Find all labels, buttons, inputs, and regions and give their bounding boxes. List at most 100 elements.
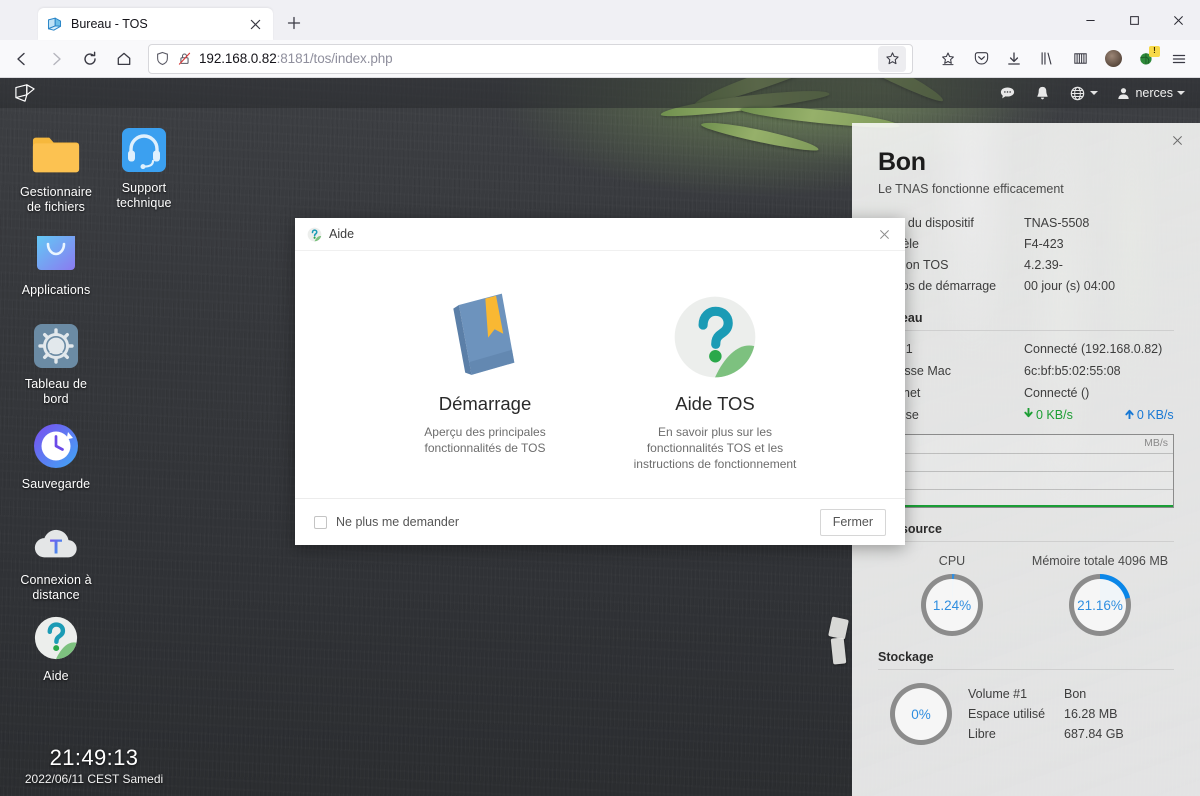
desktop-icon-aide[interactable]: Aide — [4, 612, 108, 684]
desktop-icon-applications[interactable]: Applications — [4, 226, 108, 298]
url-bar[interactable]: 192.168.0.82:8181/tos/index.php — [148, 43, 913, 74]
tab-strip: Bureau - TOS — [0, 0, 1200, 40]
desktop-icon-tableau-de-bord[interactable]: Tableau de bord — [4, 320, 108, 408]
storage-key: Volume #1 — [968, 687, 1028, 701]
firefox-window: Bureau - TOS 192.168.0.82:8181/tos/index… — [0, 0, 1200, 796]
close-button[interactable]: Fermer — [819, 508, 886, 536]
close-icon — [1172, 135, 1182, 145]
save-to-pocket-icon[interactable] — [933, 44, 963, 74]
maximize-button[interactable] — [1112, 0, 1156, 40]
dialog-title: Aide — [329, 227, 355, 241]
lock-crossed-icon[interactable] — [177, 51, 192, 66]
extensions-icon[interactable] — [1065, 44, 1095, 74]
dashboard-gear-icon — [30, 320, 82, 372]
minimize-icon — [1085, 19, 1095, 21]
storage-value: 687.84 GB — [1064, 727, 1124, 741]
help-card-demarrage[interactable]: Démarrage Aperçu des principales fonctio… — [370, 289, 600, 456]
storage-key: Libre — [968, 727, 996, 741]
network-traffic-chart: MB/s — [878, 434, 1174, 508]
user-menu-button[interactable]: nerces — [1107, 78, 1194, 108]
reload-button[interactable] — [74, 44, 106, 74]
url-path: :8181/tos/index.php — [276, 51, 393, 66]
extension-badge: ! — [1149, 45, 1160, 57]
browser-toolbar-icons: ! — [921, 44, 1194, 74]
backup-clock-icon — [30, 420, 82, 472]
desktop-icon-support-technique[interactable]: Support technique — [92, 124, 196, 212]
arrow-up-icon — [1125, 404, 1134, 426]
resource-section-title: Ressource — [878, 522, 1174, 542]
tos-cube-icon — [47, 17, 62, 31]
app-menu-icon[interactable] — [1164, 44, 1194, 74]
home-button[interactable] — [108, 44, 140, 74]
dialog-close-button[interactable] — [873, 223, 895, 245]
desktop-icon-sauvegarde[interactable]: Sauvegarde — [4, 420, 108, 492]
help-question-icon — [671, 289, 759, 385]
back-button[interactable] — [6, 44, 38, 74]
network-row: Internet Connecté () — [878, 382, 1174, 404]
help-card-aide-tos[interactable]: Aide TOS En savoir plus sur les fonction… — [600, 289, 830, 473]
system-status: Bon Le TNAS fonctionne efficacement — [878, 123, 1174, 196]
library-icon[interactable] — [1032, 44, 1062, 74]
cpu-value: 1.24% — [932, 597, 972, 613]
storage-percent: 0% — [911, 706, 931, 722]
help-question-icon — [307, 227, 322, 241]
chat-button[interactable] — [990, 78, 1025, 108]
storage-donut: 0% — [890, 683, 952, 745]
forward-button[interactable] — [40, 44, 72, 74]
system-panel-close-button[interactable] — [1166, 129, 1188, 151]
minimize-button[interactable] — [1068, 0, 1112, 40]
storage-rows: Volume #1 Bon Espace utilisé 16.28 MB Li… — [968, 684, 1174, 744]
storage-section-title: Stockage — [878, 650, 1174, 670]
shield-icon[interactable] — [155, 51, 170, 66]
desktop-icon-label: Connexion à distance — [20, 573, 92, 603]
salt-crumb — [830, 637, 847, 665]
network-row: Adresse Mac 6c:bf:b5:02:55:08 — [878, 360, 1174, 382]
star-icon — [885, 52, 899, 65]
upload-speed: 0 KB/s — [1125, 404, 1174, 426]
extension-badge-icon[interactable]: ! — [1131, 44, 1161, 74]
storage-row: Libre 687.84 GB — [968, 724, 1174, 744]
navigation-toolbar: 192.168.0.82:8181/tos/index.php ! — [0, 40, 1200, 78]
info-row: Modèle F4-423 — [878, 234, 1174, 255]
url-text[interactable]: 192.168.0.82:8181/tos/index.php — [199, 51, 871, 66]
close-icon — [250, 19, 260, 29]
desktop-icon-label: Sauvegarde — [21, 477, 91, 491]
memory-label: Mémoire totale 4096 MB — [1031, 554, 1169, 568]
storage-key: Espace utilisé — [968, 707, 1046, 721]
desktop-icon-label: Support technique — [116, 181, 172, 211]
network-section-title: Réseau — [878, 311, 1174, 331]
resource-gauges: CPU 1.24% Mémoire totale 4096 MB 21.16% — [878, 554, 1174, 636]
avatar — [1104, 50, 1122, 67]
storage-row: Volume #1 Bon — [968, 684, 1174, 704]
window-close-button[interactable] — [1156, 0, 1200, 40]
status-title: Bon — [878, 148, 926, 176]
browser-tab[interactable]: Bureau - TOS — [38, 8, 273, 40]
rosemary-sprig — [700, 117, 820, 155]
clock-time: 21:49:13 — [49, 745, 139, 770]
bookmark-button[interactable] — [878, 45, 906, 72]
cpu-gauge: CPU 1.24% — [878, 554, 1026, 636]
desktop-icon-connexion-a-distance[interactable]: T Connexion à distance — [4, 516, 108, 604]
maximize-icon — [1129, 15, 1139, 25]
pocket-icon[interactable] — [966, 44, 996, 74]
notifications-button[interactable] — [1025, 78, 1060, 108]
network-rows: LAN 1 Connecté (192.168.0.82) Adresse Ma… — [878, 338, 1174, 426]
help-card-desc: En savoir plus sur les fonctionnalités T… — [633, 425, 797, 472]
tos-logo-icon[interactable] — [14, 83, 36, 103]
downloads-icon[interactable] — [999, 44, 1029, 74]
close-icon — [1173, 15, 1183, 25]
info-value: 00 jour (s) 04:00 — [1024, 279, 1116, 293]
account-avatar[interactable] — [1098, 44, 1128, 74]
home-icon — [117, 52, 131, 65]
desktop-clock: 21:49:13 2022/06/11 CEST Samedi — [14, 745, 174, 786]
help-card-desc: Aperçu des principales fonctionnalités d… — [424, 425, 546, 456]
tab-title: Bureau - TOS — [71, 17, 148, 31]
language-button[interactable] — [1060, 78, 1107, 108]
tab-close-button[interactable] — [245, 14, 265, 34]
window-controls — [1068, 0, 1200, 40]
tos-topbar-right: nerces — [990, 78, 1194, 108]
new-tab-button[interactable] — [279, 8, 309, 38]
chat-bubble-icon — [1001, 86, 1015, 98]
dont-ask-again-checkbox[interactable] — [314, 515, 327, 529]
help-card-title: Aide TOS — [675, 393, 755, 414]
